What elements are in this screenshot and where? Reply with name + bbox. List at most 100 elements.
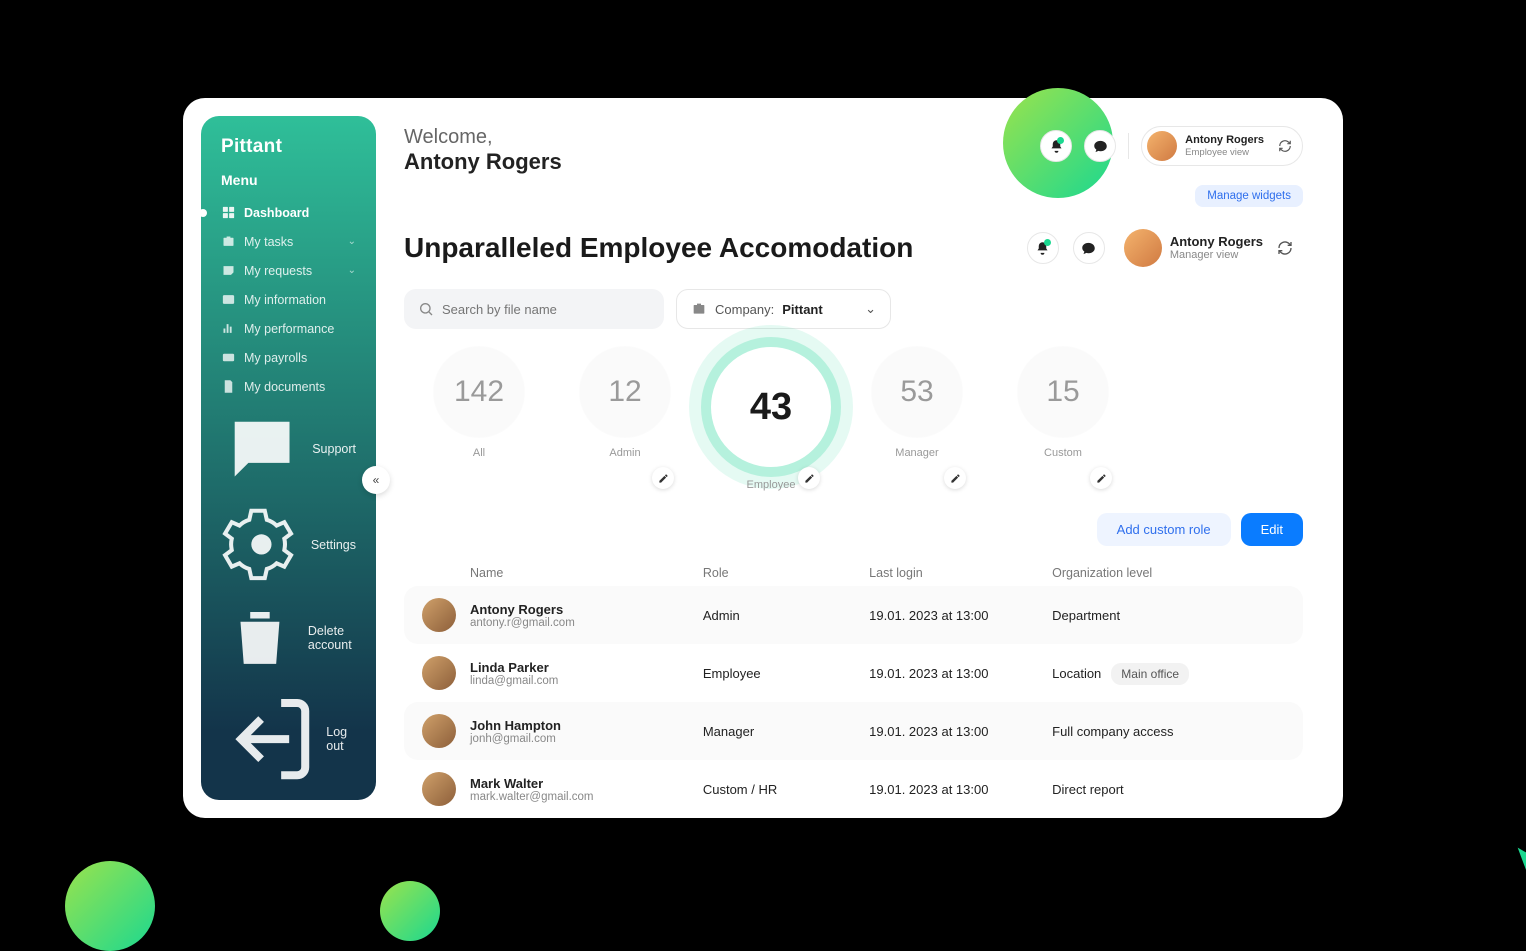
stat-number: 142 bbox=[454, 375, 504, 409]
cell-email: mark.walter@gmail.com bbox=[470, 791, 703, 803]
avatar bbox=[422, 656, 456, 690]
profile-role: Employee view bbox=[1185, 147, 1264, 158]
header: Welcome, Antony Rogers Antony Rogers Emp… bbox=[404, 126, 1303, 175]
stat-all[interactable]: 142All bbox=[424, 347, 534, 491]
messages-button[interactable] bbox=[1084, 130, 1116, 162]
col-role: Role bbox=[703, 566, 869, 580]
briefcase-icon bbox=[221, 234, 236, 249]
cell-email: antony.r@gmail.com bbox=[470, 617, 703, 629]
stat-label: Admin bbox=[609, 447, 640, 459]
collapse-sidebar-button[interactable]: « bbox=[362, 466, 390, 494]
stat-bubble: 12 bbox=[580, 347, 670, 437]
cell-login: 19.01. 2023 at 13:00 bbox=[869, 608, 1052, 623]
sidebar-item-requests[interactable]: My requests ⌄ bbox=[207, 256, 370, 285]
chevron-down-icon: ⌄ bbox=[348, 265, 356, 276]
col-name: Name bbox=[470, 566, 703, 580]
logout-icon bbox=[221, 691, 317, 787]
stat-bubble: 43 bbox=[711, 347, 831, 467]
table-row[interactable]: Mark Waltermark.walter@gmail.comCustom /… bbox=[404, 760, 1303, 818]
company-filter[interactable]: Company: Pittant ⌄ bbox=[676, 289, 891, 329]
cell-org: Department bbox=[1052, 608, 1120, 623]
sidebar-item-documents[interactable]: My documents bbox=[207, 372, 370, 401]
edit-stat-button[interactable] bbox=[944, 467, 966, 489]
inbox-icon bbox=[221, 263, 236, 278]
stat-bubble: 15 bbox=[1018, 347, 1108, 437]
sidebar-item-label: Settings bbox=[311, 538, 356, 552]
stat-bubble: 142 bbox=[434, 347, 524, 437]
sidebar-item-support[interactable]: Support bbox=[207, 401, 370, 497]
stat-admin[interactable]: 12 Admin bbox=[570, 347, 680, 491]
briefcase-icon bbox=[691, 301, 707, 317]
sidebar-item-label: My documents bbox=[244, 380, 325, 394]
edit-stat-button[interactable] bbox=[798, 467, 820, 489]
avatar bbox=[422, 772, 456, 806]
sidebar-footer-list: Support Settings Delete account Log out bbox=[201, 401, 376, 800]
cell-name: Linda Parker bbox=[470, 660, 703, 675]
notifications-button-2[interactable] bbox=[1027, 232, 1059, 264]
messages-button-2[interactable] bbox=[1073, 232, 1105, 264]
table-row[interactable]: Antony Rogersantony.r@gmail.comAdmin19.0… bbox=[404, 586, 1303, 644]
avatar bbox=[422, 714, 456, 748]
edit-button[interactable]: Edit bbox=[1241, 513, 1303, 546]
chat-bubble-icon bbox=[1081, 241, 1096, 256]
table-row[interactable]: John Hamptonjonh@gmail.comManager19.01. … bbox=[404, 702, 1303, 760]
stat-label: Employee bbox=[747, 479, 796, 491]
menu-heading: Menu bbox=[201, 172, 376, 198]
cell-role: Admin bbox=[703, 608, 869, 623]
sidebar-item-label: My requests bbox=[244, 264, 312, 278]
sidebar-item-delete[interactable]: Delete account bbox=[207, 592, 370, 684]
cell-role: Employee bbox=[703, 666, 869, 681]
page-title: Unparalleled Employee Accomodation bbox=[404, 232, 1013, 264]
notifications-button[interactable] bbox=[1040, 130, 1072, 162]
cell-name: Mark Walter bbox=[470, 776, 703, 791]
stat-custom[interactable]: 15 Custom bbox=[1008, 347, 1118, 491]
profile-role: Manager view bbox=[1170, 249, 1263, 261]
sidebar-item-tasks[interactable]: My tasks ⌄ bbox=[207, 227, 370, 256]
stat-manager[interactable]: 53Manager bbox=[862, 347, 972, 491]
cell-org: Direct report bbox=[1052, 782, 1124, 797]
cell-login: 19.01. 2023 at 13:00 bbox=[869, 782, 1052, 797]
sidebar-item-label: My tasks bbox=[244, 235, 293, 249]
sidebar-item-label: Support bbox=[312, 442, 356, 456]
pencil-icon bbox=[950, 473, 961, 484]
stat-number: 53 bbox=[900, 375, 933, 409]
col-login: Last login bbox=[869, 566, 1052, 580]
manage-widgets-button[interactable]: Manage widgets bbox=[1195, 185, 1303, 207]
sidebar-item-logout[interactable]: Log out bbox=[207, 684, 370, 794]
sidebar-item-dashboard[interactable]: Dashboard bbox=[207, 198, 370, 227]
welcome-greeting: Welcome, bbox=[404, 126, 562, 149]
avatar bbox=[1147, 131, 1177, 161]
stat-label: Custom bbox=[1044, 447, 1082, 459]
sidebar-item-label: My performance bbox=[244, 322, 334, 336]
gear-icon bbox=[221, 504, 302, 585]
search-icon bbox=[418, 301, 434, 317]
divider bbox=[1128, 133, 1129, 159]
sidebar-item-performance[interactable]: My performance bbox=[207, 314, 370, 343]
stat-employee[interactable]: 43Employee bbox=[716, 347, 826, 491]
profile-switcher-employee[interactable]: Antony Rogers Employee view bbox=[1141, 126, 1303, 166]
sidebar-item-payrolls[interactable]: My payrolls bbox=[207, 343, 370, 372]
sidebar-item-label: Delete account bbox=[308, 624, 356, 652]
brand-logo: Pittant bbox=[201, 136, 376, 172]
edit-stat-button[interactable] bbox=[1090, 467, 1112, 489]
dashboard-icon bbox=[221, 205, 236, 220]
decor-circle bbox=[380, 881, 440, 941]
pencil-icon bbox=[658, 473, 669, 484]
decor-circle bbox=[65, 861, 155, 951]
table-row[interactable]: Linda Parkerlinda@gmail.comEmployee19.01… bbox=[404, 644, 1303, 702]
cell-org: Location bbox=[1052, 666, 1101, 681]
profile-switcher-manager[interactable]: Antony Rogers Manager view bbox=[1119, 225, 1303, 271]
sidebar-item-settings[interactable]: Settings bbox=[207, 497, 370, 592]
cursor-click-icon bbox=[1510, 840, 1526, 886]
sidebar-item-information[interactable]: My information bbox=[207, 285, 370, 314]
cell-name: Antony Rogers bbox=[470, 602, 703, 617]
sidebar-item-label: My information bbox=[244, 293, 326, 307]
cell-login: 19.01. 2023 at 13:00 bbox=[869, 724, 1052, 739]
avatar bbox=[422, 598, 456, 632]
pencil-icon bbox=[804, 473, 815, 484]
add-custom-role-button[interactable]: Add custom role bbox=[1097, 513, 1231, 546]
edit-stat-button[interactable] bbox=[652, 467, 674, 489]
search-input[interactable] bbox=[442, 302, 650, 317]
nav-list: Dashboard My tasks ⌄ My requests ⌄ My in… bbox=[201, 198, 376, 401]
chat-icon bbox=[221, 408, 303, 490]
